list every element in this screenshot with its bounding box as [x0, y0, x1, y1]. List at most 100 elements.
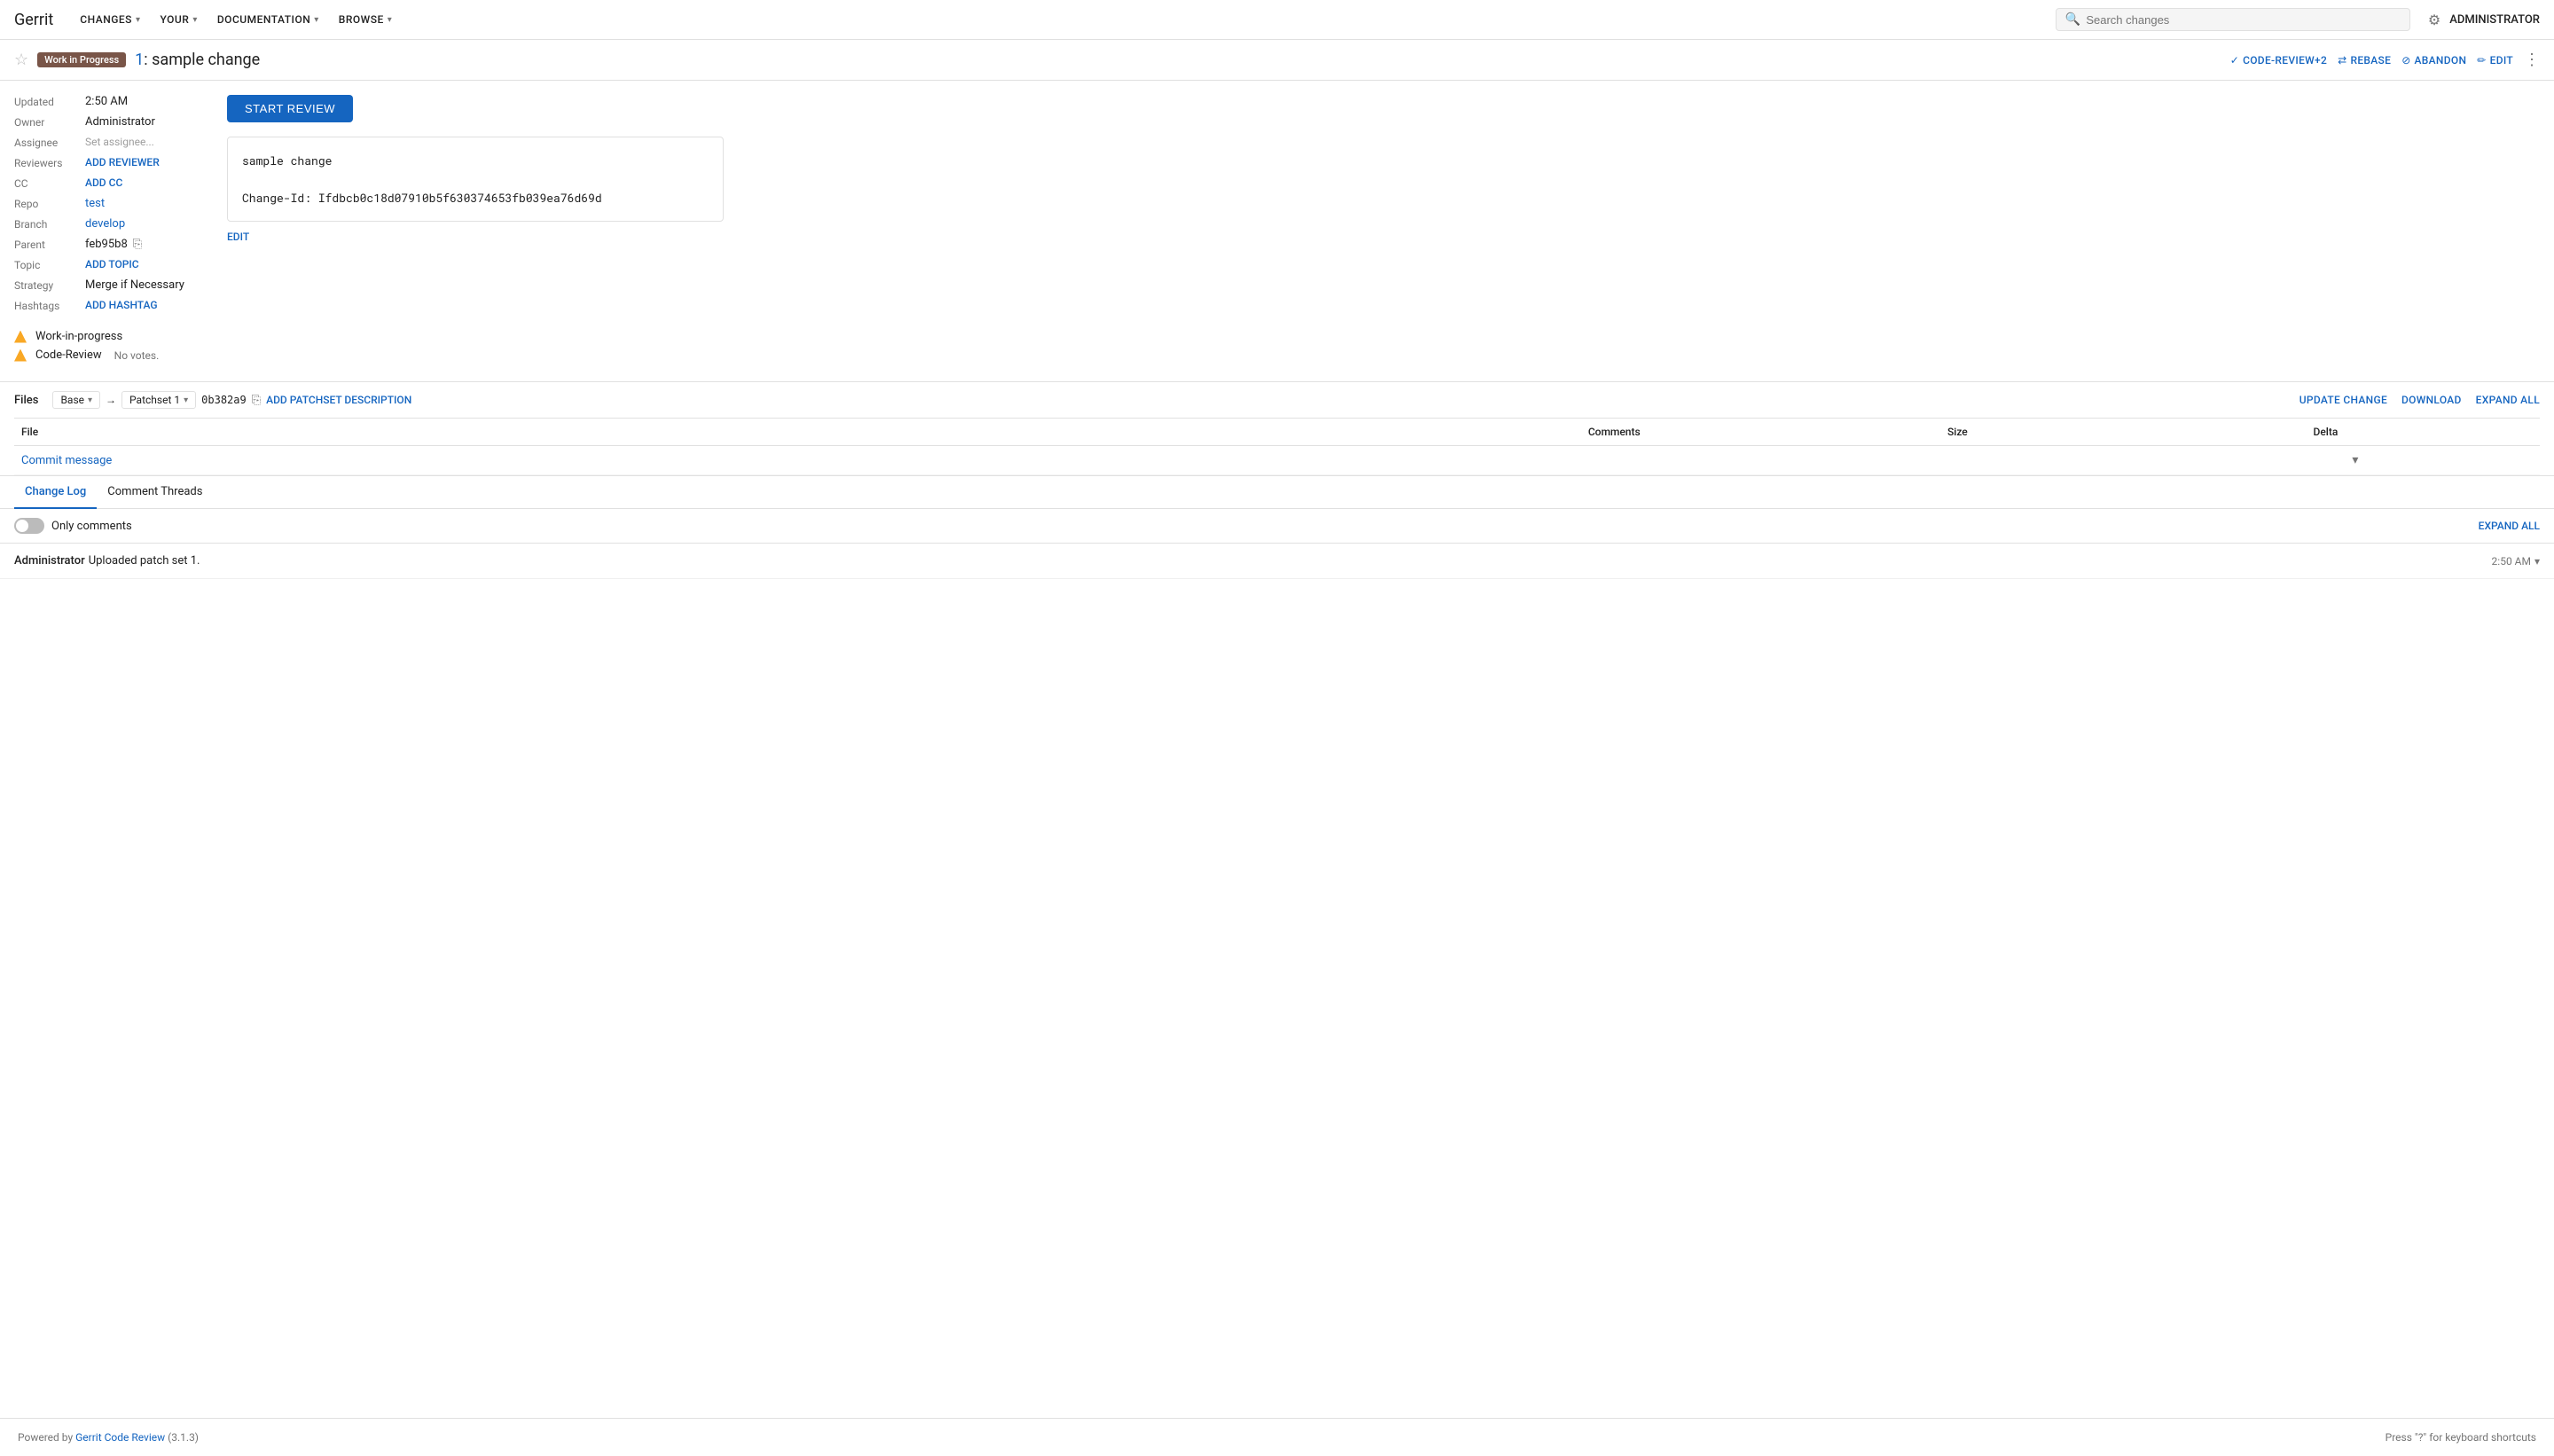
arrow-separator: →	[106, 394, 116, 406]
abandon-icon: ⊘	[2401, 54, 2410, 67]
labels-section: Work-in-progress Code-Review No votes.	[14, 330, 209, 362]
updated-label: Updated	[14, 95, 85, 108]
hashtags-label: Hashtags	[14, 299, 85, 312]
change-title: 1: sample change	[135, 51, 260, 69]
rebase-button[interactable]: ⇄ REBASE	[2338, 54, 2391, 67]
branch-link[interactable]: develop	[85, 217, 125, 231]
parent-row: feb95b8 ⎘	[85, 238, 142, 251]
activity-text: Uploaded patch set 1.	[89, 554, 200, 568]
gerrit-link[interactable]: Gerrit Code Review	[75, 1431, 165, 1444]
activity-time: 2:50 AM ▾	[2492, 555, 2540, 568]
comments-controls: Only comments EXPAND ALL	[0, 509, 2554, 544]
file-table: File Comments Size Delta Commit message …	[14, 419, 2540, 475]
start-review-button[interactable]: START REVIEW	[227, 95, 353, 122]
only-comments-toggle[interactable]	[14, 518, 44, 534]
meta-parent: Parent feb95b8 ⎘	[14, 238, 209, 251]
updated-value: 2:50 AM	[85, 95, 128, 108]
navbar-menu: CHANGES ▾ YOUR ▾ DOCUMENTATION ▾ BROWSE …	[71, 0, 2038, 40]
code-review-button[interactable]: ✓ CODE-REVIEW+2	[2230, 54, 2327, 67]
cc-label: CC	[14, 176, 85, 190]
code-review-label-name: Code-Review	[35, 348, 102, 362]
navbar: Gerrit CHANGES ▾ YOUR ▾ DOCUMENTATION ▾ …	[0, 0, 2554, 40]
more-actions-button[interactable]: ⋮	[2524, 51, 2540, 69]
changelog-tabs: Change Log Comment Threads	[0, 476, 2554, 509]
patchset-dropdown[interactable]: Patchset 1 ▾	[121, 391, 196, 409]
size-cell	[1648, 446, 1975, 475]
files-header: Files Base ▾ → Patchset 1 ▾ 0b382a9 ⎘ AD…	[14, 382, 2540, 419]
reviewers-label: Reviewers	[14, 156, 85, 169]
changelog-section: Change Log Comment Threads Only comments…	[0, 475, 2554, 579]
activity-expand-icon[interactable]: ▾	[2534, 555, 2540, 568]
parent-label: Parent	[14, 238, 85, 251]
commit-message-link[interactable]: Commit message	[21, 454, 112, 467]
file-col-header: File	[14, 419, 1015, 446]
files-title: Files	[14, 394, 38, 407]
add-hashtag-button[interactable]: ADD HASHTAG	[85, 299, 158, 311]
your-dropdown-icon: ▾	[192, 15, 198, 25]
meta-reviewers: Reviewers ADD REVIEWER	[14, 156, 209, 169]
wip-label-icon	[14, 331, 27, 343]
strategy-value: Merge if Necessary	[85, 278, 184, 292]
meta-updated: Updated 2:50 AM	[14, 95, 209, 108]
nav-browse[interactable]: BROWSE ▾	[330, 0, 402, 40]
meta-cc: CC ADD CC	[14, 176, 209, 190]
hash-value: 0b382a9	[201, 394, 247, 406]
repo-link[interactable]: test	[85, 197, 105, 210]
commit-message-line2: Change-Id: Ifdbcb0c18d07910b5f630374653f…	[242, 189, 709, 207]
branch-label: Branch	[14, 217, 85, 231]
comments-col-header: Comments	[1015, 419, 1648, 446]
gear-icon[interactable]: ⚙	[2428, 12, 2440, 28]
meta-branch: Branch develop	[14, 217, 209, 231]
activity-user: Administrator	[14, 554, 85, 568]
expand-cell: ▾	[2345, 446, 2540, 475]
label-code-review: Code-Review No votes.	[14, 348, 209, 362]
assignee-label: Assignee	[14, 136, 85, 149]
keyboard-hint: Press "?" for keyboard shortcuts	[2386, 1431, 2536, 1444]
base-dropdown[interactable]: Base ▾	[52, 391, 100, 409]
copy-icon[interactable]: ⎘	[133, 238, 142, 251]
search-input[interactable]	[2086, 13, 2401, 27]
meta-repo: Repo test	[14, 197, 209, 210]
meta-hashtags: Hashtags ADD HASHTAG	[14, 299, 209, 312]
assignee-placeholder[interactable]: Set assignee...	[85, 136, 154, 148]
repo-value: test	[85, 197, 105, 210]
download-button[interactable]: DOWNLOAD	[2401, 394, 2462, 406]
files-expand-all-button[interactable]: EXPAND ALL	[2476, 394, 2540, 406]
star-icon[interactable]: ☆	[14, 51, 28, 69]
nav-changes[interactable]: CHANGES ▾	[71, 0, 149, 40]
patchset-selector: Base ▾ → Patchset 1 ▾ 0b382a9 ⎘ ADD PATC…	[52, 391, 411, 409]
commit-section: START REVIEW sample change Change-Id: If…	[227, 95, 2540, 367]
edit-button[interactable]: ✏ EDIT	[2477, 54, 2513, 67]
patchset-dropdown-arrow: ▾	[184, 395, 188, 405]
file-table-header: File Comments Size Delta	[14, 419, 2540, 446]
add-topic-button[interactable]: ADD TOPIC	[85, 258, 139, 270]
tab-comment-threads[interactable]: Comment Threads	[97, 476, 213, 509]
toggle-knob	[16, 520, 28, 532]
meta-topic: Topic ADD TOPIC	[14, 258, 209, 271]
nav-documentation[interactable]: DOCUMENTATION ▾	[208, 0, 328, 40]
add-cc-button[interactable]: ADD CC	[85, 176, 122, 189]
meta-strategy: Strategy Merge if Necessary	[14, 278, 209, 292]
parent-value: feb95b8	[85, 238, 128, 251]
row-expand-icon[interactable]: ▾	[2352, 453, 2358, 467]
subheader: ☆ Work in Progress 1: sample change ✓ CO…	[0, 40, 2554, 81]
changelog-expand-all-button[interactable]: EXPAND ALL	[2479, 520, 2540, 532]
add-reviewer-button[interactable]: ADD REVIEWER	[85, 156, 160, 168]
code-review-label-icon	[14, 349, 27, 362]
subheader-actions: ✓ CODE-REVIEW+2 ⇄ REBASE ⊘ ABANDON ✏ EDI…	[2230, 51, 2540, 69]
label-wip: Work-in-progress	[14, 330, 209, 343]
nav-your[interactable]: YOUR ▾	[151, 0, 206, 40]
files-section: Files Base ▾ → Patchset 1 ▾ 0b382a9 ⎘ AD…	[0, 381, 2554, 475]
activity-row: Administrator Uploaded patch set 1. 2:50…	[0, 544, 2554, 579]
abandon-button[interactable]: ⊘ ABANDON	[2401, 54, 2466, 67]
change-number-link[interactable]: 1	[135, 51, 144, 69]
commit-edit-link[interactable]: EDIT	[227, 231, 2540, 243]
update-change-button[interactable]: UPDATE CHANGE	[2299, 394, 2387, 406]
search-bar[interactable]: 🔍	[2056, 8, 2410, 31]
add-patchset-description-link[interactable]: ADD PATCHSET DESCRIPTION	[266, 394, 411, 406]
hash-copy-icon[interactable]: ⎘	[252, 394, 261, 407]
tab-change-log[interactable]: Change Log	[14, 476, 97, 509]
branch-value: develop	[85, 217, 125, 231]
navbar-right: ⚙ ADMINISTRATOR	[2428, 12, 2540, 28]
only-comments-label: Only comments	[51, 520, 132, 533]
